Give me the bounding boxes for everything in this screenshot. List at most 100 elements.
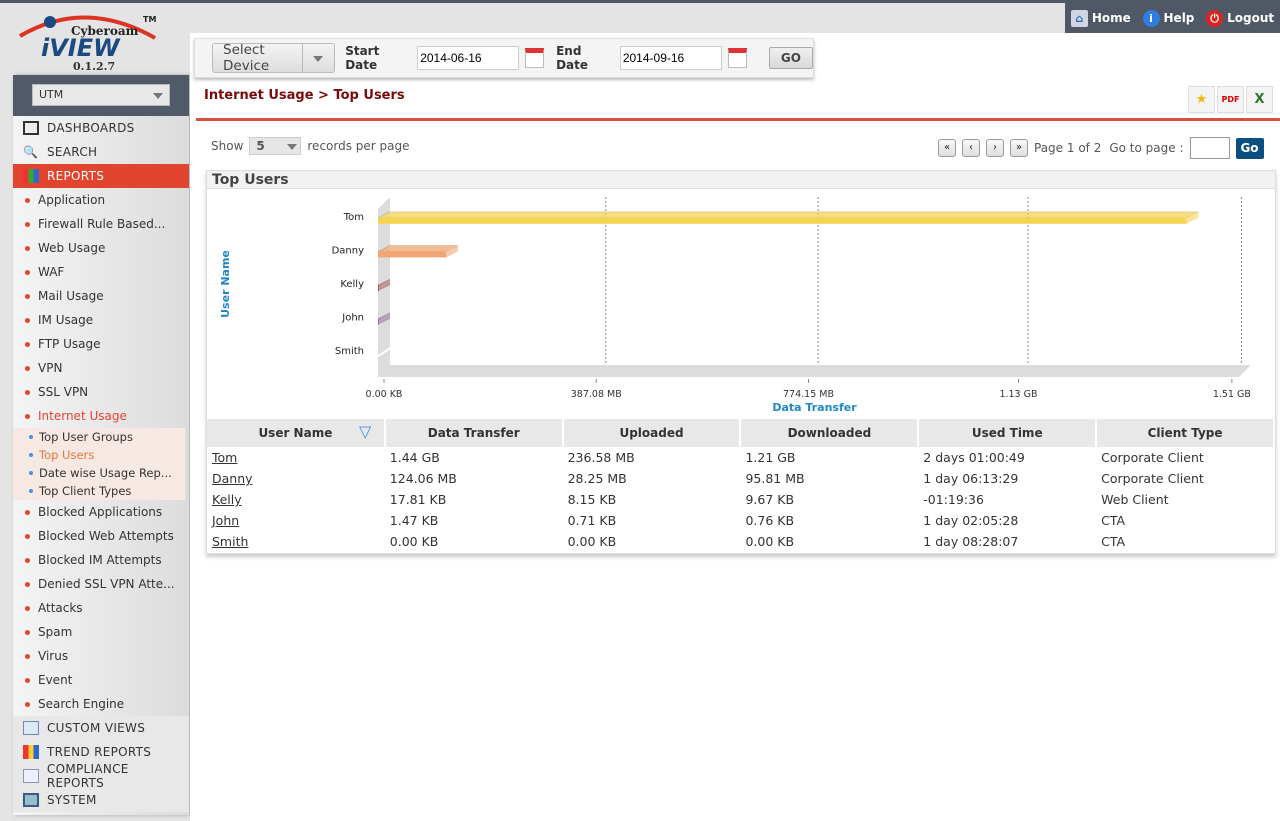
- prev-page-button[interactable]: ‹: [962, 139, 980, 157]
- system-icon: [23, 793, 39, 807]
- column-header[interactable]: Uploaded: [563, 419, 741, 447]
- nav-reports[interactable]: REPORTS: [13, 164, 189, 188]
- report-item[interactable]: IM Usage: [13, 308, 189, 332]
- bar: [378, 251, 446, 257]
- column-header[interactable]: Downloaded: [740, 419, 918, 447]
- table-cell: 1 day 02:05:28: [918, 510, 1096, 531]
- panel-title: Top Users: [207, 171, 1275, 189]
- top-users-panel: Top Users 0.00 KB387.08 MB774.15 MB1.13 …: [206, 170, 1276, 554]
- nav-search[interactable]: 🔍SEARCH: [13, 140, 189, 164]
- report-item[interactable]: Search Engine: [13, 692, 189, 716]
- go-button[interactable]: GO: [769, 47, 813, 69]
- power-icon: ⏻: [1206, 10, 1223, 27]
- trend-icon: [23, 745, 39, 759]
- top-users-chart: 0.00 KB387.08 MB774.15 MB1.13 GB1.51 GBT…: [207, 189, 1275, 419]
- help-link[interactable]: iHelp: [1143, 10, 1195, 27]
- report-item[interactable]: Internet Usage: [13, 404, 189, 428]
- start-date-input[interactable]: [417, 46, 519, 70]
- nav-dashboards[interactable]: DASHBOARDS: [13, 116, 189, 140]
- records-select[interactable]: 5: [249, 137, 301, 155]
- compliance-icon: [23, 769, 39, 783]
- report-item[interactable]: Virus: [13, 644, 189, 668]
- first-page-button[interactable]: «: [938, 139, 956, 157]
- report-item[interactable]: Web Usage: [13, 236, 189, 260]
- top-nav: ⌂Home iHelp ⏻Logout: [1065, 3, 1280, 33]
- internet-usage-subitem[interactable]: Top User Groups: [13, 428, 185, 446]
- home-link[interactable]: ⌂Home: [1071, 10, 1131, 27]
- internet-usage-subitem[interactable]: Date wise Usage Rep...: [13, 464, 185, 482]
- chart-floor: [378, 365, 1251, 377]
- report-item[interactable]: Firewall Rule Based...: [13, 212, 189, 236]
- report-item[interactable]: Denied SSL VPN Atte...: [13, 572, 189, 596]
- last-page-button[interactable]: »: [1010, 139, 1028, 157]
- report-item[interactable]: VPN: [13, 356, 189, 380]
- report-item[interactable]: FTP Usage: [13, 332, 189, 356]
- x-tick-label: 1.13 GB: [999, 389, 1037, 400]
- column-header[interactable]: Client Type: [1096, 419, 1274, 447]
- report-item[interactable]: Blocked Web Attempts: [13, 524, 189, 548]
- report-item[interactable]: Blocked IM Attempts: [13, 548, 189, 572]
- user-link[interactable]: Tom: [212, 450, 237, 465]
- table-row: Kelly17.81 KB8.15 KB9.67 KB-01:19:36Web …: [207, 489, 1274, 510]
- logout-link[interactable]: ⏻Logout: [1206, 10, 1274, 27]
- excel-export-icon[interactable]: X: [1246, 86, 1273, 113]
- x-tick-label: 1.51 GB: [1213, 389, 1251, 400]
- internet-usage-subitem[interactable]: Top Client Types: [13, 482, 185, 500]
- svg-text:TM: TM: [143, 15, 156, 24]
- table-cell: 236.58 MB: [563, 447, 741, 468]
- select-device-dropdown[interactable]: Select Device: [212, 43, 335, 73]
- nav-custom-views[interactable]: CUSTOM VIEWS: [13, 716, 189, 740]
- column-header[interactable]: Data Transfer: [385, 419, 563, 447]
- help-label: Help: [1164, 11, 1195, 25]
- report-item[interactable]: Mail Usage: [13, 284, 189, 308]
- next-page-button[interactable]: ›: [986, 139, 1004, 157]
- nav-system[interactable]: SYSTEM: [13, 788, 189, 812]
- user-link[interactable]: Kelly: [212, 492, 242, 507]
- column-header[interactable]: User Name▽: [207, 419, 385, 447]
- svg-text:0.1.2.7: 0.1.2.7: [73, 60, 115, 73]
- calendar-icon[interactable]: [525, 48, 544, 68]
- table-cell: 95.81 MB: [740, 468, 918, 489]
- table-row: John1.47 KB0.71 KB0.76 KB1 day 02:05:28C…: [207, 510, 1274, 531]
- goto-page-input[interactable]: [1190, 137, 1230, 159]
- y-category-label: John: [341, 313, 364, 324]
- device-type-select[interactable]: UTM: [32, 84, 170, 106]
- report-item[interactable]: Event: [13, 668, 189, 692]
- bar-top: [378, 212, 1199, 218]
- end-date-input[interactable]: [620, 46, 722, 70]
- table-cell: 0.00 KB: [385, 531, 563, 552]
- bookmark-star-icon[interactable]: ★: [1188, 86, 1215, 113]
- nav-trend-reports[interactable]: TREND REPORTS: [13, 740, 189, 764]
- page-indicator: Page 1 of 2: [1034, 141, 1101, 155]
- end-date-label: End Date: [556, 44, 614, 72]
- start-date-label: Start Date: [345, 44, 411, 72]
- user-link[interactable]: Danny: [212, 471, 253, 486]
- report-item[interactable]: Blocked Applications: [13, 500, 189, 524]
- table-cell: Smith: [207, 531, 385, 552]
- cyberoam-iview-logo[interactable]: Cyberoam TM iVIEW 0.1.2.7: [15, 8, 165, 74]
- goto-go-button[interactable]: Go: [1236, 138, 1264, 159]
- report-item[interactable]: Spam: [13, 620, 189, 644]
- table-cell: 1.47 KB: [385, 510, 563, 531]
- report-item[interactable]: WAF: [13, 260, 189, 284]
- table-cell: Tom: [207, 447, 385, 468]
- nav-label: COMPLIANCE REPORTS: [47, 762, 189, 790]
- goto-label: Go to page :: [1109, 141, 1183, 155]
- internet-usage-subitem[interactable]: Top Users: [13, 446, 185, 464]
- nav-compliance-reports[interactable]: COMPLIANCE REPORTS: [13, 764, 189, 788]
- column-header[interactable]: Used Time: [918, 419, 1096, 447]
- user-link[interactable]: Smith: [212, 534, 248, 549]
- pdf-export-icon[interactable]: PDF: [1217, 86, 1244, 113]
- report-item[interactable]: Application: [13, 188, 189, 212]
- search-icon: 🔍: [23, 145, 39, 159]
- sidebar: UTM DASHBOARDS 🔍SEARCH REPORTS Applicati…: [13, 75, 189, 815]
- calendar-icon[interactable]: [728, 48, 747, 68]
- user-link[interactable]: John: [212, 513, 239, 528]
- chevron-down-icon: [302, 44, 334, 72]
- report-item[interactable]: SSL VPN: [13, 380, 189, 404]
- table-cell: Kelly: [207, 489, 385, 510]
- filter-icon[interactable]: ▽: [359, 422, 371, 441]
- report-item[interactable]: Attacks: [13, 596, 189, 620]
- table-cell: 1 day 08:28:07: [918, 531, 1096, 552]
- divider: [196, 118, 1280, 121]
